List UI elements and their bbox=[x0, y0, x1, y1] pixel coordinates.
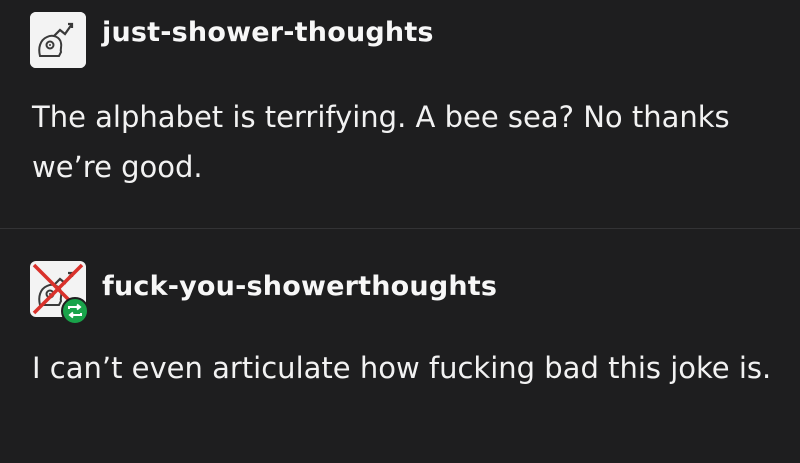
post-username[interactable]: just-shower-thoughts bbox=[102, 17, 434, 48]
brain-chart-icon bbox=[30, 12, 86, 68]
post-body: I can’t even articulate how fucking bad … bbox=[32, 351, 772, 385]
post-body: The alphabet is terrifying. A bee sea? N… bbox=[32, 100, 730, 184]
reblog-badge bbox=[61, 297, 89, 325]
post-username[interactable]: fuck-you-showerthoughts bbox=[102, 271, 497, 302]
avatar[interactable] bbox=[30, 12, 86, 68]
post: fuck-you-showerthoughts I can’t even art… bbox=[0, 229, 800, 463]
reblog-icon bbox=[61, 297, 89, 325]
post: just-shower-thoughts The alphabet is ter… bbox=[0, 0, 800, 228]
